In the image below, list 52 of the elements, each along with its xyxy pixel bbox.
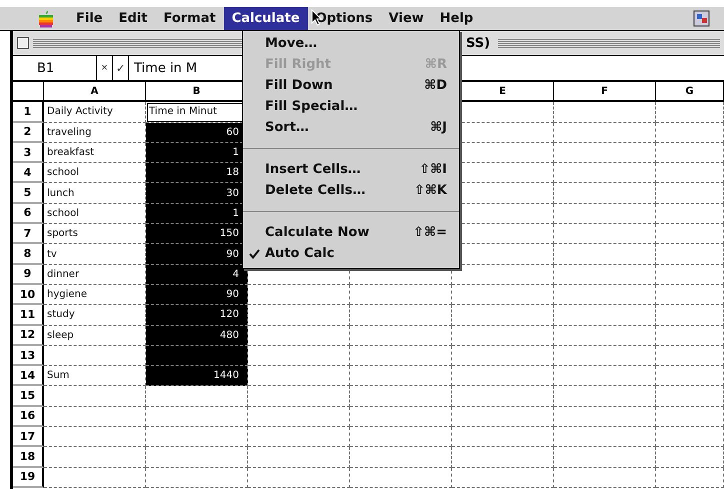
table-cell	[656, 244, 724, 265]
menu-title[interactable]: Calculate	[224, 7, 308, 30]
menu-title[interactable]: Help	[432, 7, 482, 30]
table-cell: school	[44, 163, 146, 184]
table-cell	[656, 264, 724, 285]
table-cell: Sum	[44, 366, 146, 386]
table-cell: hygiene	[44, 284, 146, 306]
table-cell	[656, 284, 724, 306]
table-cell: lunch	[44, 183, 146, 204]
table-cell	[656, 305, 724, 326]
formula-field[interactable]: Time in M	[129, 60, 198, 76]
menu-title[interactable]: Format	[155, 7, 224, 30]
table-cell	[656, 427, 724, 448]
table-cell	[656, 468, 724, 488]
menu-title[interactable]: View	[380, 7, 432, 30]
menu-item[interactable]: Move…	[243, 33, 459, 54]
table-cell	[656, 346, 724, 366]
table-cell: Daily Activity	[44, 102, 146, 123]
table-cell: breakfast	[44, 142, 146, 164]
apple-logo-icon[interactable]	[38, 10, 54, 28]
table-cell	[656, 122, 724, 143]
menu-title[interactable]: Edit	[110, 7, 156, 30]
table-cell: 4	[146, 264, 248, 285]
table-cell	[656, 204, 724, 224]
menu-title[interactable]: Options	[308, 7, 381, 30]
checkmark-icon	[249, 249, 260, 259]
table-cell	[656, 386, 724, 407]
table-cell: study	[44, 305, 146, 326]
table-cell: 1440	[146, 366, 248, 386]
table-cell	[656, 183, 724, 204]
app-icon[interactable]	[692, 8, 712, 28]
table-cell	[656, 326, 724, 346]
table-cell: sleep	[44, 326, 146, 346]
table-cell: sports	[44, 224, 146, 244]
table-cell	[656, 366, 724, 386]
table-cell: tv	[44, 244, 146, 265]
table-cell	[656, 447, 724, 468]
table-cell	[656, 163, 724, 184]
table-cell	[656, 142, 724, 164]
table-cell: 90	[146, 284, 248, 306]
table-cell: 480	[146, 326, 248, 346]
close-box[interactable]	[17, 37, 29, 49]
header-corner[interactable]	[13, 82, 44, 102]
window-title: SS)	[465, 36, 492, 50]
table-cell: school	[44, 204, 146, 224]
table-cell	[656, 224, 724, 244]
table-cell: dinner	[44, 264, 146, 285]
table-cell	[656, 406, 724, 428]
table-cell: traveling	[44, 122, 146, 143]
menu-title[interactable]: File	[68, 7, 111, 30]
table-cell	[656, 102, 724, 123]
table-cell: 120	[146, 305, 248, 326]
